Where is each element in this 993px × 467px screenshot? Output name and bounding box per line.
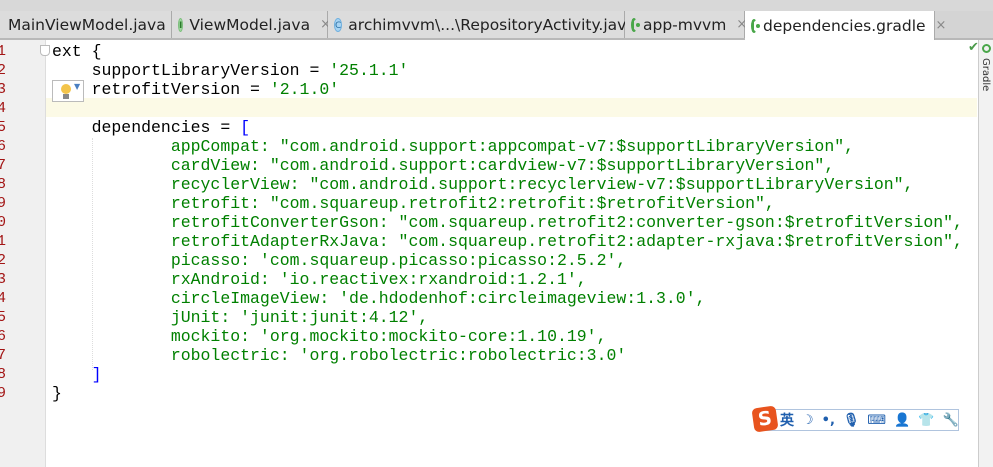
lightbulb-base <box>63 94 69 99</box>
code-line[interactable]: dependencies = [ <box>52 118 250 137</box>
line-number: 6 <box>0 138 7 155</box>
line-number: 4 <box>0 100 7 117</box>
gradle-icon <box>751 18 760 33</box>
code-token: picasso: 'com.squareup.picasso:picasso:2… <box>52 251 627 270</box>
sogou-logo-icon[interactable]: S <box>751 405 779 433</box>
code-token: circleImageView: 'de.hdodenhof:circleima… <box>52 289 706 308</box>
code-line[interactable]: appCompat: "com.android.support:appcompa… <box>52 137 854 156</box>
tab-label: ViewModel.java <box>189 15 311 34</box>
keyboard-icon[interactable]: ⌨ <box>867 413 886 428</box>
code-token: jUnit: 'junit:junit:4.12', <box>52 308 429 327</box>
line-number: 3 <box>0 271 7 288</box>
microphone-icon[interactable]: 🎙 <box>843 413 860 428</box>
tab-label: archimvvm\...\RepositoryActivity.java <box>348 15 636 34</box>
code-line[interactable]: recyclerView: "com.android.support:recyc… <box>52 175 914 194</box>
gradle-panel-label[interactable]: Gradle <box>980 58 991 91</box>
line-number: 5 <box>0 119 7 136</box>
code-token: dependencies = <box>52 118 241 137</box>
intention-bulb-button[interactable]: ▼ <box>52 80 84 102</box>
line-number: 1 <box>0 43 7 60</box>
code-line[interactable]: circleImageView: 'de.hdodenhof:circleima… <box>52 289 706 308</box>
ime-language-toggle[interactable]: 英 <box>780 410 794 430</box>
code-token: retrofitVersion = <box>52 80 270 99</box>
code-line[interactable]: ext { <box>52 42 102 61</box>
punctuation-icon[interactable]: •, <box>822 413 835 428</box>
tab-label: app-mvvm <box>643 15 727 34</box>
interface-icon: I <box>178 17 184 32</box>
line-number: 8 <box>0 366 7 383</box>
line-number: 6 <box>0 328 7 345</box>
code-token: appCompat: "com.android.support:appcompa… <box>52 137 855 156</box>
line-number-gutter: 1 2 3 4 5 6 7 8 9 0 1 2 3 4 5 6 7 8 9 <box>0 40 46 467</box>
class-icon: C <box>334 17 343 32</box>
code-line[interactable]: robolectric: 'org.robolectric:robolectri… <box>52 346 626 365</box>
line-number: 2 <box>0 252 7 269</box>
tab-dependencies[interactable]: dependencies.gradle × <box>745 11 946 40</box>
line-number: 9 <box>0 195 7 212</box>
code-line[interactable]: mockito: 'org.mockito:mockito-core:1.10.… <box>52 327 607 346</box>
user-icon[interactable]: 👤 <box>894 413 910 428</box>
code-line[interactable]: retrofitVersion = '2.1.0' <box>52 80 340 99</box>
line-number: 4 <box>0 290 7 307</box>
editor-tab-bar: MainViewModel.java×I ViewModel.java × Carch… <box>0 11 993 40</box>
code-line[interactable]: jUnit: 'junit:junit:4.12', <box>52 308 428 327</box>
code-token: '2.1.0' <box>269 80 340 99</box>
gradle-icon <box>982 44 991 53</box>
code-token: rxAndroid: 'io.reactivex:rxandroid:1.2.1… <box>52 270 587 289</box>
code-token: ext { <box>52 42 102 61</box>
dropdown-arrow-icon: ▼ <box>74 82 81 91</box>
code-line[interactable]: picasso: 'com.squareup.picasso:picasso:2… <box>52 251 626 270</box>
code-token: } <box>52 384 62 403</box>
code-token: mockito: 'org.mockito:mockito-core:1.10.… <box>52 327 607 346</box>
code-line[interactable]: } <box>52 384 62 403</box>
tab-viewmodel[interactable]: I ViewModel.java × <box>172 11 331 38</box>
code-token: cardView: "com.android.support:cardview-… <box>52 156 835 175</box>
line-number: 7 <box>0 347 7 364</box>
line-number: 0 <box>0 214 7 231</box>
code-line[interactable]: retrofit: "com.squareup.retrofit2:retrof… <box>52 194 775 213</box>
gradle-side-panel[interactable]: Gradle <box>978 40 993 467</box>
line-number: 8 <box>0 176 7 193</box>
ime-toolbar[interactable]: S 英 ☽ •, 🎙 ⌨ 👤 👕 🔧 <box>751 405 959 433</box>
line-number: 2 <box>0 62 7 79</box>
line-number: 5 <box>0 309 7 326</box>
close-tab-icon[interactable]: × <box>936 18 947 33</box>
tab-app-mvvm[interactable]: app-mvvm × <box>625 11 747 38</box>
wrench-icon[interactable]: 🔧 <box>943 413 959 428</box>
code-token: retrofitConverterGson: "com.squareup.ret… <box>52 213 963 232</box>
tab-label: MainViewModel.java <box>8 15 166 34</box>
code-token: ] <box>91 365 102 384</box>
code-line[interactable]: supportLibraryVersion = '25.1.1' <box>52 61 409 80</box>
line-number: 7 <box>0 157 7 174</box>
code-token: retrofit: "com.squareup.retrofit2:retrof… <box>52 194 775 213</box>
line-number: 1 <box>0 233 7 250</box>
code-token: [ <box>240 118 251 137</box>
code-token: robolectric: 'org.robolectric:robolectri… <box>52 346 627 365</box>
code-line[interactable]: retrofitConverterGson: "com.squareup.ret… <box>52 213 963 232</box>
tab-mainviewmodel[interactable]: MainViewModel.java× <box>0 11 187 38</box>
skin-shirt-icon[interactable]: 👕 <box>918 413 934 428</box>
tab-label: dependencies.gradle <box>763 16 926 35</box>
code-line[interactable]: ] <box>52 365 102 384</box>
tab-archimvvm[interactable]: Carchimvvm\...\RepositoryActivity.java× <box>328 11 657 38</box>
code-line[interactable]: cardView: "com.android.support:cardview-… <box>52 156 834 175</box>
code-token: supportLibraryVersion = <box>52 61 330 80</box>
code-line[interactable]: retrofitAdapterRxJava: "com.squareup.ret… <box>52 232 963 251</box>
gradle-icon <box>631 17 640 32</box>
code-token: retrofitAdapterRxJava: "com.squareup.ret… <box>52 232 963 251</box>
code-token: '25.1.1' <box>329 61 409 80</box>
moon-icon[interactable]: ☽ <box>802 413 814 428</box>
lightbulb-icon <box>61 84 71 94</box>
code-line[interactable]: rxAndroid: 'io.reactivex:rxandroid:1.2.1… <box>52 270 587 289</box>
line-number: 9 <box>0 385 7 402</box>
current-line-highlight <box>46 98 977 117</box>
code-token: recyclerView: "com.android.support:recyc… <box>52 175 914 194</box>
fold-marker-icon[interactable] <box>40 45 50 56</box>
line-number: 3 <box>0 81 7 98</box>
window-top-strip <box>0 0 993 11</box>
